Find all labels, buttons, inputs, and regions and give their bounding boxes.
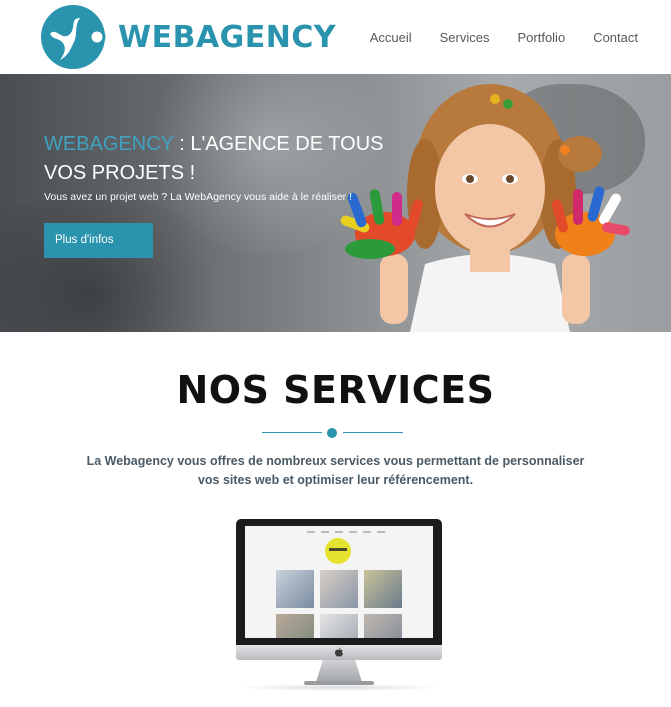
more-info-button[interactable]: Plus d'infos <box>44 223 153 258</box>
nav-item-accueil[interactable]: Accueil <box>370 30 412 45</box>
screen-mini-logo-text <box>329 548 347 551</box>
hero-banner: WEBAGENCY : L'AGENCE DE TOUS VOS PROJETS… <box>0 74 671 332</box>
logo[interactable]: WEBAGENCY <box>40 4 336 70</box>
screen-thumb <box>364 570 402 608</box>
screen-thumb <box>276 570 314 608</box>
nav-item-contact[interactable]: Contact <box>593 30 638 45</box>
nav-item-portfolio[interactable]: Portfolio <box>517 30 565 45</box>
site-header: WEBAGENCY Accueil Services Portfolio Con… <box>0 0 671 74</box>
hero-subtitle: Vous avez un projet web ? La WebAgency v… <box>44 191 352 203</box>
screen-mini-nav <box>307 531 387 533</box>
nav-item-services[interactable]: Services <box>440 30 490 45</box>
section-divider <box>262 427 403 439</box>
services-title: NOS SERVICES <box>176 368 495 412</box>
imac-shadow <box>236 684 442 691</box>
screen-thumb <box>320 570 358 608</box>
main-nav: Accueil Services Portfolio Contact <box>370 30 638 45</box>
screen-thumb <box>364 614 402 638</box>
logo-text: WEBAGENCY <box>118 19 337 55</box>
imac-screen <box>245 526 433 638</box>
services-description: La Webagency vous offres de nombreux ser… <box>86 454 585 487</box>
screen-thumb <box>320 614 358 638</box>
screen-mini-logo <box>325 538 351 564</box>
apple-icon <box>335 647 343 657</box>
imac-stand <box>316 660 362 682</box>
imac-illustration <box>236 519 442 691</box>
hero-title: WEBAGENCY : L'AGENCE DE TOUS VOS PROJETS… <box>44 130 404 188</box>
screen-thumb <box>276 614 314 638</box>
divider-line-left <box>262 432 322 433</box>
divider-dot <box>327 428 337 438</box>
hero-child-image <box>340 84 630 332</box>
logo-mark-icon <box>41 5 106 69</box>
divider-line-right <box>343 432 403 433</box>
hero-title-brand: WEBAGENCY <box>44 133 174 155</box>
